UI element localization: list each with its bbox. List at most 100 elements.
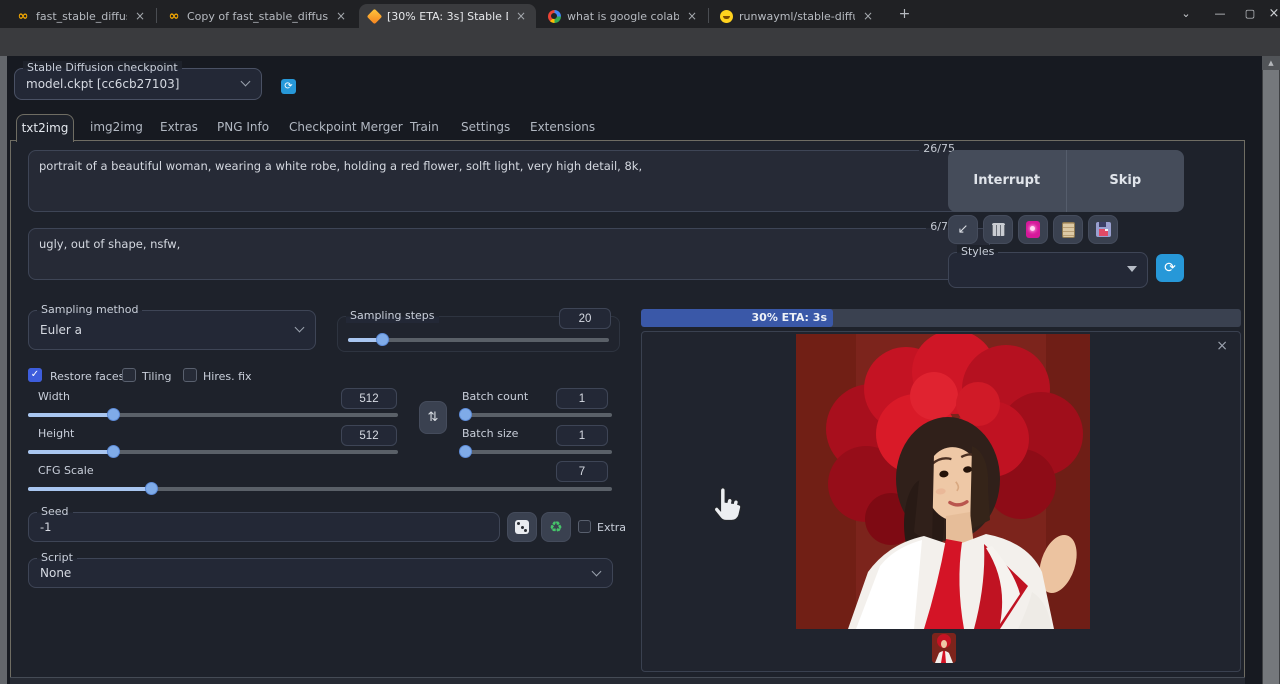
height-slider[interactable] xyxy=(28,450,398,454)
prompt-textarea[interactable]: portrait of a beautiful woman, wearing a… xyxy=(28,150,990,212)
tab-title: what is google colab - Google xyxy=(567,10,679,23)
apply-style-button[interactable] xyxy=(1053,215,1083,244)
tab-checkpoint-merger[interactable]: Checkpoint Merger xyxy=(289,114,403,141)
generated-image-preview[interactable] xyxy=(796,334,1090,629)
save-style-button[interactable] xyxy=(1088,215,1118,244)
tab-title: fast_stable_diffusion_AUTOMA xyxy=(36,10,127,23)
tab-img2img[interactable]: img2img xyxy=(90,114,143,141)
window-menu-icon[interactable]: ⌄ xyxy=(1178,7,1194,21)
new-tab-button[interactable]: + xyxy=(896,6,913,23)
tab-close-icon[interactable]: × xyxy=(334,9,348,23)
hires-fix-label: Hires. fix xyxy=(203,370,252,383)
restore-faces-checkbox[interactable]: ✓ xyxy=(28,368,42,382)
close-icon[interactable]: × xyxy=(1216,338,1228,354)
hires-fix-checkbox[interactable]: ✓ xyxy=(183,368,197,382)
tab-close-icon[interactable]: × xyxy=(133,9,147,23)
sampling-steps-input[interactable] xyxy=(559,308,611,329)
tab-title: runwayml/stable-diffusion-v1 xyxy=(739,10,855,23)
tab-png-info[interactable]: PNG Info xyxy=(217,114,269,141)
height-label: Height xyxy=(38,427,74,440)
gallery-thumbnail[interactable] xyxy=(932,633,956,663)
tab-close-icon[interactable]: × xyxy=(861,9,875,23)
width-label: Width xyxy=(38,390,70,403)
dice-icon xyxy=(515,520,529,534)
floppy-disk-icon xyxy=(1096,222,1111,237)
skip-button[interactable]: Skip xyxy=(1067,150,1185,212)
slider-handle[interactable] xyxy=(376,333,389,346)
batch-count-slider[interactable] xyxy=(462,413,612,417)
sampling-steps-slider[interactable] xyxy=(348,338,609,342)
checkpoint-label: Stable Diffusion checkpoint xyxy=(23,61,182,75)
batch-count-input[interactable] xyxy=(556,388,608,409)
cfg-scale-slider[interactable] xyxy=(28,487,612,491)
trash-icon xyxy=(992,223,1005,236)
tab-extensions[interactable]: Extensions xyxy=(530,114,595,141)
checkpoint-dropdown[interactable]: Stable Diffusion checkpoint model.ckpt [… xyxy=(14,68,262,100)
browser-tab-colab-2[interactable]: ∞ Copy of fast_stable_diffusion_/ × xyxy=(159,4,356,28)
swap-dimensions-button[interactable]: ⇅ xyxy=(419,401,447,434)
browser-tab-colab-1[interactable]: ∞ fast_stable_diffusion_AUTOMA × xyxy=(8,4,155,28)
slider-handle[interactable] xyxy=(145,482,158,495)
styles-refresh-button[interactable]: ⟳ xyxy=(1156,254,1184,282)
tab-close-icon[interactable]: × xyxy=(514,9,528,23)
tab-train[interactable]: Train xyxy=(410,114,439,141)
window-maximize-button[interactable]: ▢ xyxy=(1242,7,1258,21)
batch-size-label: Batch size xyxy=(462,427,518,440)
swap-icon: ⇅ xyxy=(428,410,439,425)
batch-size-slider[interactable] xyxy=(462,450,612,454)
slider-handle[interactable] xyxy=(107,408,120,421)
style-card-button[interactable] xyxy=(1018,215,1048,244)
tiling-label: Tiling xyxy=(142,370,172,383)
batch-size-input[interactable] xyxy=(556,425,608,446)
paste-params-button[interactable]: ↙ xyxy=(948,215,978,244)
negative-prompt-text: ugly, out of shape, nsfw, xyxy=(39,237,180,251)
progress-fill: 30% ETA: 3s xyxy=(641,309,833,327)
slider-handle[interactable] xyxy=(107,445,120,458)
styles-dropdown[interactable]: Styles xyxy=(948,252,1148,288)
tab-close-icon[interactable]: × xyxy=(685,9,699,23)
tab-extras[interactable]: Extras xyxy=(160,114,198,141)
script-label: Script xyxy=(37,551,77,565)
tab-txt2img[interactable]: txt2img xyxy=(16,114,74,142)
window-close-button[interactable]: × xyxy=(1266,7,1280,21)
width-slider[interactable] xyxy=(28,413,398,417)
browser-window: ∞ fast_stable_diffusion_AUTOMA × ∞ Copy … xyxy=(0,0,1280,684)
interrupt-button[interactable]: Interrupt xyxy=(948,150,1066,212)
page-scrollbar[interactable]: ▲ xyxy=(1262,56,1280,684)
huggingface-icon xyxy=(719,9,733,23)
browser-tab-google[interactable]: what is google colab - Google × xyxy=(539,4,707,28)
scroll-up-icon[interactable]: ▲ xyxy=(1262,56,1280,70)
width-input[interactable] xyxy=(341,388,397,409)
check-icon: ✓ xyxy=(28,368,42,382)
window-minimize-button[interactable]: — xyxy=(1212,7,1228,21)
sampling-steps-label: Sampling steps xyxy=(346,309,439,323)
browser-tab-huggingface[interactable]: runwayml/stable-diffusion-v1 × xyxy=(711,4,883,28)
colab-icon: ∞ xyxy=(16,9,30,23)
clear-prompt-button[interactable] xyxy=(983,215,1013,244)
height-input[interactable] xyxy=(341,425,397,446)
generation-controls: Interrupt Skip xyxy=(948,150,1184,212)
reuse-seed-button[interactable]: ♻ xyxy=(541,512,571,542)
sampling-method-dropdown[interactable]: Sampling method Euler a xyxy=(28,310,316,350)
tiling-checkbox[interactable]: ✓ xyxy=(122,368,136,382)
batch-count-label: Batch count xyxy=(462,390,528,403)
mouse-cursor-hand xyxy=(706,482,746,532)
seed-input[interactable]: Seed -1 xyxy=(28,512,500,542)
seed-value: -1 xyxy=(29,513,499,541)
window-edge xyxy=(0,56,7,684)
script-dropdown[interactable]: Script None xyxy=(28,558,613,588)
tab-title: [30% ETA: 3s] Stable Diffusion xyxy=(387,10,508,23)
scrollbar-thumb[interactable] xyxy=(1263,70,1279,684)
random-seed-button[interactable] xyxy=(507,512,537,542)
extra-seed-checkbox[interactable] xyxy=(578,520,591,533)
progress-text: 30% ETA: 3s xyxy=(752,311,827,324)
tab-title: Copy of fast_stable_diffusion_/ xyxy=(187,10,328,23)
cfg-scale-input[interactable] xyxy=(556,461,608,482)
negative-prompt-textarea[interactable]: ugly, out of shape, nsfw, 6/75 xyxy=(28,228,990,280)
slider-handle[interactable] xyxy=(459,408,472,421)
browser-tab-active-gradio[interactable]: [30% ETA: 3s] Stable Diffusion × xyxy=(359,4,536,28)
next-panel-edge xyxy=(10,677,1245,684)
tab-settings[interactable]: Settings xyxy=(461,114,510,141)
slider-handle[interactable] xyxy=(459,445,472,458)
checkpoint-refresh-button[interactable]: ⟳ xyxy=(281,79,296,94)
